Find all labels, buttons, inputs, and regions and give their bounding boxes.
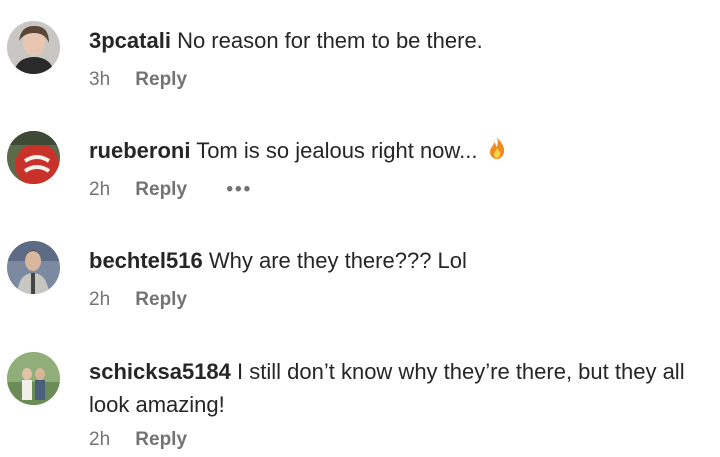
comment-content: 3pcatali No reason for them to be there.: [89, 24, 712, 57]
user-avatar-image: [7, 21, 60, 74]
username[interactable]: rueberoni: [89, 138, 190, 163]
avatar[interactable]: [7, 21, 60, 74]
user-avatar-image: [7, 131, 60, 184]
comment-text: Tom is so jealous right now...: [196, 138, 478, 163]
username[interactable]: bechtel516: [89, 248, 203, 273]
user-avatar-image: [7, 352, 60, 405]
timestamp: 2h: [89, 289, 111, 310]
reply-button[interactable]: Reply: [135, 69, 187, 90]
comment-text: No reason for them to be there.: [177, 28, 483, 53]
comment-text-continued: look amazing!: [89, 392, 225, 417]
comment-text: I still don’t know why they’re there, bu…: [237, 359, 685, 384]
avatar[interactable]: [7, 131, 60, 184]
user-avatar-image: [7, 241, 60, 294]
timestamp: 3h: [89, 69, 111, 90]
avatar[interactable]: [7, 241, 60, 294]
more-options-icon[interactable]: •••: [226, 179, 252, 201]
username[interactable]: schicksa5184: [89, 359, 231, 384]
timestamp: 2h: [89, 179, 111, 200]
reply-button[interactable]: Reply: [135, 179, 187, 200]
username[interactable]: 3pcatali: [89, 28, 171, 53]
reply-button[interactable]: Reply: [135, 289, 187, 310]
comment-text: Why are they there??? Lol: [208, 248, 467, 273]
fire-icon: [488, 136, 506, 169]
avatar[interactable]: [7, 352, 60, 405]
timestamp: 2h: [89, 429, 111, 450]
comment-content: bechtel516 Why are they there??? Lol: [89, 244, 712, 277]
comment-content: schicksa5184 I still don’t know why they…: [89, 355, 712, 388]
reply-button[interactable]: Reply: [135, 429, 187, 450]
comment-content: rueberoni Tom is so jealous right now...: [89, 134, 712, 169]
